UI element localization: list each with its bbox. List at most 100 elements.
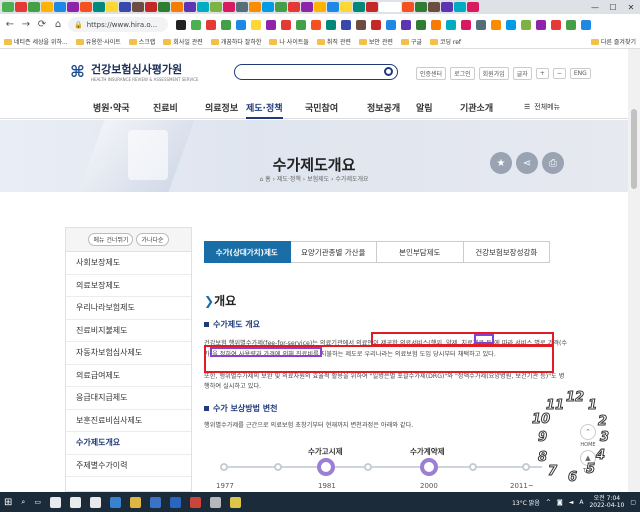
browser-tab[interactable] (275, 2, 287, 12)
bookmark-item[interactable]: 유용한·사이트 (75, 37, 121, 46)
browser-tab[interactable] (223, 2, 235, 12)
browser-tab[interactable] (415, 2, 427, 12)
extension-icon[interactable] (431, 19, 441, 30)
browser-tab[interactable] (145, 2, 157, 12)
gnb-item[interactable]: 병원·약국 (93, 101, 130, 114)
browser-tab[interactable] (106, 2, 118, 12)
left-nav-item[interactable]: 보훈진료비심사제도 (66, 410, 191, 432)
browser-tab[interactable] (93, 2, 105, 12)
browser-tab[interactable] (171, 2, 183, 12)
browser-tab[interactable] (15, 2, 27, 12)
bookmark-item[interactable]: 구글 (400, 37, 422, 46)
browser-tab[interactable] (210, 2, 222, 12)
bookmark-item[interactable]: 보안 관련 (358, 37, 393, 46)
gnb-item[interactable]: 국민참여 (305, 101, 338, 114)
extension-icon[interactable] (521, 19, 531, 30)
forward-icon[interactable]: → (20, 19, 32, 30)
header-util-link[interactable]: 글자 (512, 67, 532, 80)
taskbar-app-icon[interactable] (109, 496, 121, 508)
taskbar-app-icon[interactable] (89, 496, 101, 508)
volume-icon[interactable]: ◄ (569, 499, 574, 506)
windows-start-icon[interactable]: ⊞ (4, 497, 12, 508)
extension-icon[interactable] (551, 19, 561, 30)
extension-icon[interactable] (476, 19, 486, 30)
browser-tab[interactable] (249, 2, 261, 12)
browser-tab[interactable] (41, 2, 53, 12)
header-util-link[interactable]: 인증센터 (416, 67, 447, 80)
extension-icon[interactable] (191, 19, 201, 30)
bookmark-item[interactable]: 회사일 관련 (163, 37, 203, 46)
browser-tab[interactable] (54, 2, 66, 12)
extension-icon[interactable] (566, 19, 576, 30)
gnb-item[interactable]: 정보공개 (367, 101, 400, 114)
extension-icon[interactable] (416, 19, 426, 30)
browser-tab[interactable] (119, 2, 131, 12)
browser-tab[interactable] (467, 2, 479, 12)
weather-text[interactable]: 13°C 맑음 (512, 498, 540, 507)
browser-tab[interactable] (236, 2, 248, 12)
gnb-item[interactable]: 제도·정책 (246, 101, 283, 119)
taskbar-app-icon[interactable] (129, 496, 141, 508)
left-nav-item[interactable]: 사회보장제도 (66, 252, 191, 275)
browser-tab[interactable] (132, 2, 144, 12)
browser-tab[interactable] (441, 2, 453, 12)
taskbar-app-icon[interactable] (69, 496, 81, 508)
browser-tab[interactable] (301, 2, 313, 12)
tray-arrow-icon[interactable]: ^ (546, 499, 551, 506)
gnb-item[interactable]: 기관소개 (460, 101, 493, 114)
extension-icon[interactable] (176, 19, 186, 30)
extension-icon[interactable] (206, 19, 216, 30)
content-tab[interactable]: 요양기관종별 가산율 (290, 241, 377, 263)
header-util-link[interactable]: 로그인 (450, 67, 475, 80)
left-nav-item[interactable]: 수가제도개요 (66, 432, 191, 455)
left-nav-item[interactable]: 주제별수가이력 (66, 455, 191, 477)
taskbar-app-icon[interactable] (209, 496, 221, 508)
left-nav-item[interactable]: 의료급여제도 (66, 365, 191, 387)
browser-tab[interactable] (428, 2, 440, 12)
bookmark-item[interactable]: 취직 관련 (316, 37, 351, 46)
browser-tab[interactable] (366, 2, 378, 12)
bookmark-other[interactable]: 다른 즐겨찾기 (590, 37, 636, 46)
browser-tab[interactable] (379, 2, 401, 12)
extension-icon[interactable] (326, 19, 336, 30)
browser-tab[interactable] (28, 2, 40, 12)
content-tab[interactable]: 본인부담제도 (377, 241, 464, 263)
left-nav-pill[interactable]: 가나다순 (136, 233, 169, 246)
extension-icon[interactable] (221, 19, 231, 30)
header-util-link[interactable]: + (535, 68, 549, 79)
content-tab[interactable]: 건강보험보장성강화 (463, 241, 550, 263)
input-lang[interactable]: A (579, 499, 583, 506)
browser-tab[interactable] (80, 2, 92, 12)
extension-icon[interactable] (581, 19, 591, 30)
header-util-link[interactable]: − (552, 68, 566, 79)
gnb-item[interactable]: 알림 (416, 101, 433, 114)
header-util-link[interactable]: 회원가입 (478, 67, 509, 80)
extension-icon[interactable] (536, 19, 546, 30)
left-nav-item[interactable]: 의료보장제도 (66, 275, 191, 297)
extension-icon[interactable] (491, 19, 501, 30)
taskbar-app-icon[interactable] (169, 496, 181, 508)
browser-tab[interactable] (197, 2, 209, 12)
browser-tab[interactable] (158, 2, 170, 12)
bookmark-item[interactable]: 스크랩 (128, 37, 155, 46)
left-nav-pill[interactable]: 메뉴 건너뛰기 (88, 233, 134, 246)
close-button[interactable]: ✕ (622, 0, 640, 14)
browser-tab[interactable] (340, 2, 352, 12)
extension-icon[interactable] (281, 19, 291, 30)
site-logo[interactable]: ⌘ 건강보험심사평가원 HEALTH INSURANCE REVIEW & AS… (70, 61, 199, 83)
browser-tab[interactable] (353, 2, 365, 12)
extension-icon[interactable] (251, 19, 261, 30)
taskbar-app-icon[interactable] (229, 496, 241, 508)
minimize-button[interactable]: — (586, 0, 604, 14)
browser-tab[interactable] (184, 2, 196, 12)
browser-tab[interactable] (314, 2, 326, 12)
extension-icon[interactable] (311, 19, 321, 30)
back-icon[interactable]: ← (4, 19, 16, 30)
extension-icon[interactable] (506, 19, 516, 30)
maximize-button[interactable]: ☐ (604, 0, 622, 14)
clock-display[interactable]: 오전 7:04 2022-04-10 (589, 495, 624, 509)
bookmark-item[interactable]: 네티즌 세상을 위하... (4, 37, 68, 46)
bookmark-item[interactable]: 개꿈하다 잘하한 (210, 37, 261, 46)
reload-icon[interactable]: ⟳ (36, 19, 48, 30)
gnb-item[interactable]: 의료정보 (205, 101, 238, 114)
